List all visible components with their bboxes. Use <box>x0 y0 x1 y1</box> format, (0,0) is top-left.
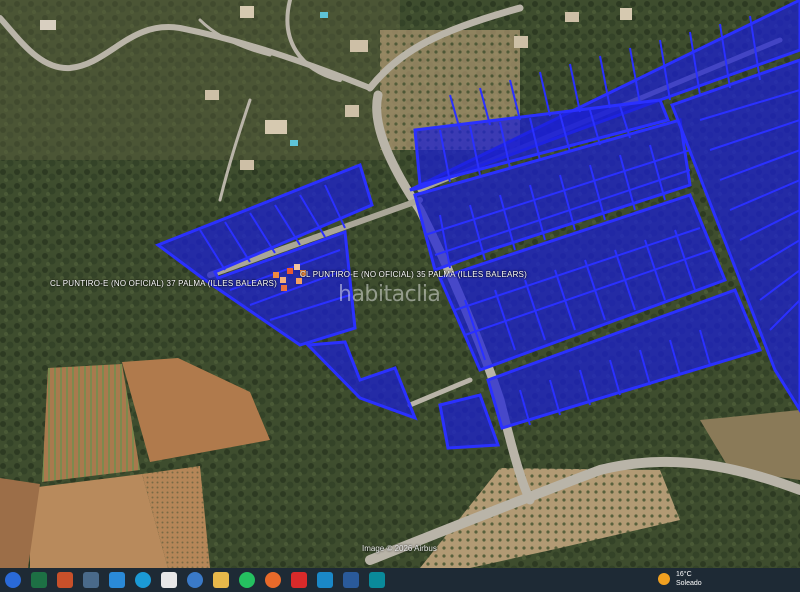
app-icon[interactable] <box>83 572 99 588</box>
chrome-icon[interactable] <box>5 572 21 588</box>
weather-condition: Soleado <box>676 580 702 587</box>
weather-temp: 16°C <box>676 571 692 578</box>
imagery-credit: Image © 2026 Airbus <box>362 544 437 553</box>
sway-icon[interactable] <box>317 572 333 588</box>
watermark-logo: habitaclia <box>338 282 441 307</box>
satellite-map[interactable]: CL PUNTIRO-E (NO OFICIAL) 37 PALMA (ILLE… <box>0 0 800 568</box>
whatsapp-icon[interactable] <box>239 572 255 588</box>
firefox-icon[interactable] <box>265 572 281 588</box>
presentation-icon[interactable] <box>57 572 73 588</box>
calendar-icon[interactable] <box>343 572 359 588</box>
excel-icon[interactable] <box>31 572 47 588</box>
folder-icon[interactable] <box>213 572 229 588</box>
photos-icon[interactable] <box>109 572 125 588</box>
acrobat-icon[interactable] <box>291 572 307 588</box>
parcel-label-right: CL PUNTIRO-E (NO OFICIAL) 35 PALMA (ILLE… <box>300 270 527 279</box>
parcel-label-left: CL PUNTIRO-E (NO OFICIAL) 37 PALMA (ILLE… <box>50 279 277 288</box>
edge-icon[interactable] <box>135 572 151 588</box>
file-icon[interactable] <box>161 572 177 588</box>
weather-widget[interactable]: 16°C Soleado <box>658 570 702 588</box>
globe-icon[interactable] <box>187 572 203 588</box>
settings-icon[interactable] <box>369 572 385 588</box>
sun-icon <box>658 573 670 585</box>
